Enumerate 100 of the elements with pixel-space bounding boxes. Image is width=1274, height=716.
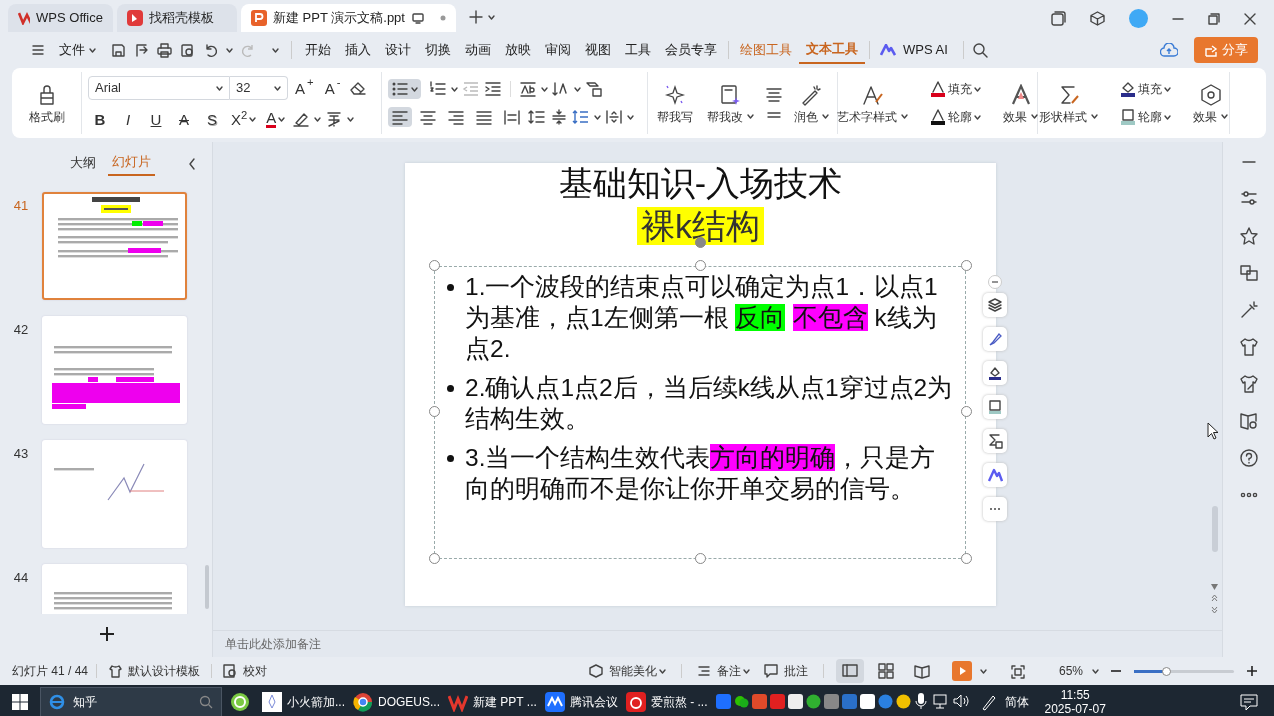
search-field[interactable]: 知乎 — [40, 686, 222, 716]
shape-outline-button[interactable]: 轮廓 — [1117, 107, 1174, 127]
print-preview-icon[interactable] — [180, 42, 195, 58]
ribbon-tab[interactable]: 审阅 — [538, 37, 578, 63]
zoom-select[interactable]: 65% — [1049, 663, 1102, 679]
input-method-indicator[interactable]: 简体 — [1004, 692, 1029, 711]
notes-button[interactable]: 备注 — [694, 662, 753, 680]
menu-icon[interactable] — [32, 45, 44, 55]
line-height-icon[interactable] — [572, 109, 590, 125]
window-tab[interactable]: WPS Office — [8, 4, 113, 32]
tray-app-icon[interactable] — [859, 694, 875, 709]
scrollbar[interactable] — [1212, 506, 1218, 552]
text-box[interactable]: 1.一个波段的结束点可以确定为点1．以点1为基准，点1左侧第一根 反向 不包含 k线为点2. 2.确认点1点2后，当后续k线从点1穿过点2为结构生效。 3.当一个结构生效代表方向的明确，只是方向的明确而不是你让你开单交易的信号。 — [434, 266, 966, 559]
ribbon-tab[interactable]: 插入 — [338, 37, 378, 63]
smart-beautify-button[interactable]: 智能美化 — [586, 662, 669, 680]
play-slideshow-icon[interactable] — [952, 661, 972, 681]
text-spacing-icon[interactable] — [519, 81, 537, 97]
export-icon[interactable] — [134, 42, 149, 58]
browser-icon[interactable] — [230, 691, 250, 712]
ribbon-tab[interactable]: 会员专享 — [658, 37, 724, 63]
microphone-icon[interactable] — [913, 692, 928, 711]
ribbon-tab[interactable]: 设计 — [378, 37, 418, 63]
font-size-select[interactable]: 32 — [230, 76, 288, 100]
resize-handle[interactable] — [429, 260, 440, 271]
ribbon-tab[interactable]: 放映 — [498, 37, 538, 63]
previous-slide-icon[interactable] — [1211, 594, 1218, 602]
scrollbar[interactable] — [205, 565, 209, 609]
windows-icon[interactable] — [1051, 11, 1066, 26]
windows-logo-icon[interactable] — [12, 694, 28, 711]
collapse-icon[interactable] — [188, 157, 196, 170]
font-color-button[interactable]: A — [263, 108, 289, 130]
resize-handle[interactable] — [695, 553, 706, 564]
restore-icon[interactable] — [1208, 12, 1220, 25]
cloud-upload-icon[interactable] — [1160, 43, 1178, 57]
text-fill-button[interactable]: 填充 — [927, 79, 984, 99]
grow-font-button[interactable]: A$^{+}$ — [292, 78, 317, 98]
taskbar-app[interactable]: 腾讯会议 — [540, 685, 622, 716]
shadow-button[interactable]: S — [200, 109, 224, 129]
book-search-icon[interactable] — [1238, 411, 1259, 431]
shape-fill-button[interactable]: 填充 — [1117, 79, 1174, 99]
print-icon[interactable] — [157, 42, 172, 58]
ribbon-tab[interactable]: 动画 — [458, 37, 498, 63]
slider-thumb[interactable] — [1162, 666, 1171, 676]
numbered-list-icon[interactable] — [429, 81, 447, 97]
tray-app-icon[interactable] — [787, 694, 803, 709]
ribbon-tab[interactable]: 开始 — [298, 37, 338, 63]
font-select[interactable]: Arial — [88, 76, 230, 100]
align-left-button[interactable] — [388, 107, 412, 127]
plus-icon[interactable] — [468, 9, 484, 25]
search-icon[interactable] — [971, 42, 988, 58]
text-lines-icon[interactable] — [764, 86, 783, 102]
shirt-icon[interactable] — [1238, 374, 1259, 394]
increase-indent-icon[interactable] — [484, 81, 502, 97]
tray-app-icon[interactable] — [895, 694, 911, 709]
help-me-edit-button[interactable]: 帮我改 — [703, 81, 757, 125]
strikethrough-button[interactable]: A — [172, 109, 196, 129]
text-style-button[interactable]: 艺术字样式 — [834, 81, 911, 125]
taskbar-app[interactable]: 爱煎熬 - ... — [621, 685, 712, 716]
ribbon-tab[interactable]: 工具 — [618, 37, 658, 63]
cube-icon[interactable] — [1090, 11, 1105, 26]
slide-thumbnail[interactable] — [42, 440, 187, 548]
float-toolbar-button[interactable] — [983, 361, 1007, 385]
add-slide-icon[interactable] — [98, 626, 115, 642]
eraser-icon[interactable] — [348, 80, 367, 96]
close-icon[interactable] — [1244, 12, 1256, 25]
fit-window-icon[interactable] — [1011, 664, 1025, 679]
ribbon-tab[interactable]: 切换 — [418, 37, 458, 63]
float-toolbar-button[interactable] — [983, 395, 1007, 419]
scroll-down-icon[interactable] — [1211, 584, 1218, 590]
phonetic-guide-icon[interactable] — [325, 110, 344, 128]
shape-effect-button[interactable]: 效果 — [1190, 81, 1231, 125]
underline-button[interactable]: U — [144, 109, 168, 129]
window-tab[interactable]: 新建 PPT 演示文稿.ppt — [241, 4, 456, 32]
shirt-icon[interactable] — [1238, 337, 1259, 357]
line-spacing-icon[interactable] — [528, 109, 546, 125]
resize-handle[interactable] — [429, 553, 440, 564]
save-icon[interactable] — [111, 42, 126, 58]
shrink-font-button[interactable]: A$^{-}$ — [320, 78, 345, 98]
resize-handle[interactable] — [429, 406, 440, 417]
text-box-icon[interactable] — [585, 81, 603, 97]
float-toolbar-button[interactable] — [983, 463, 1007, 487]
float-toolbar-button[interactable] — [983, 429, 1007, 453]
design-template-button[interactable]: 默认设计模板 — [105, 662, 204, 680]
help-me-write-button[interactable]: 帮我写 — [653, 81, 696, 125]
swap-icon[interactable] — [1238, 263, 1259, 283]
notes-placeholder[interactable]: 单击此处添加备注 — [225, 635, 321, 653]
zoom-in-icon[interactable] — [1246, 665, 1258, 677]
comments-button[interactable]: 批注 — [761, 662, 811, 680]
float-toolbar-button[interactable] — [983, 293, 1007, 317]
help-icon[interactable] — [1238, 448, 1259, 468]
resize-handle[interactable] — [961, 553, 972, 564]
resize-handle[interactable] — [695, 260, 706, 271]
slide-thumbnail[interactable] — [42, 192, 187, 300]
text-outline-button[interactable]: 轮廓 — [927, 107, 984, 127]
italic-button[interactable]: I — [116, 109, 140, 129]
polish-button[interactable]: 润色 — [790, 81, 832, 125]
superscript-button[interactable]: X$^{2}$ — [228, 109, 260, 129]
minus-circle-icon[interactable] — [988, 274, 1002, 289]
file-menu[interactable]: 文件 — [52, 37, 103, 63]
zoom-slider[interactable] — [1134, 669, 1234, 673]
